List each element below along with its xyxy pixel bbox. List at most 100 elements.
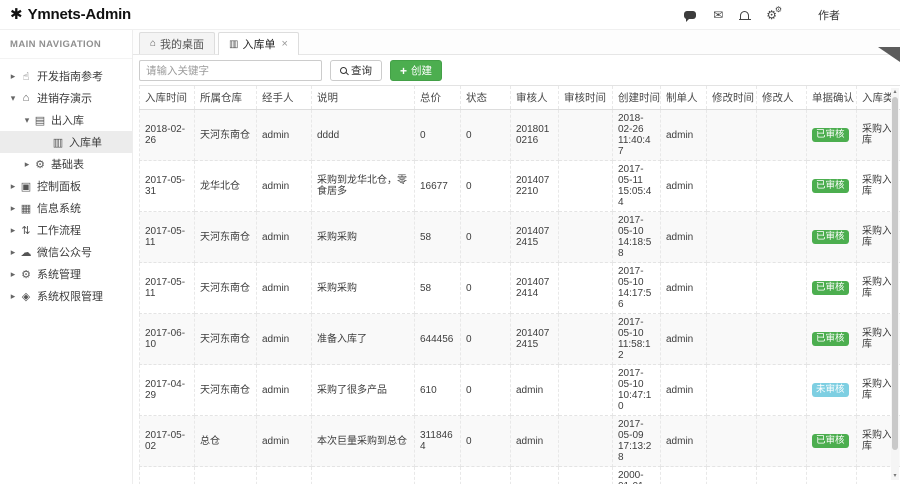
comment-icon[interactable] xyxy=(684,9,697,22)
cell-in_time: 2018-02-26 xyxy=(139,109,195,161)
column-header-state[interactable]: 状态 xyxy=(460,85,511,110)
app-logo[interactable]: ✱ Ymnets-Admin xyxy=(0,6,133,23)
table-row[interactable]: 2017-05-11 天河东南仓 admin 采购采购 58 0 2014072414 201… xyxy=(139,262,900,314)
barcode-icon: ▥ xyxy=(229,38,239,50)
column-header-modifier[interactable]: 修改人 xyxy=(756,85,807,110)
cell-state: 0 xyxy=(460,160,511,212)
column-header-audit_time[interactable]: 审核时间 xyxy=(558,85,613,110)
bell-icon[interactable] xyxy=(738,9,751,21)
user-name: 作者 xyxy=(818,9,840,22)
cell-modifier xyxy=(756,262,807,314)
sidebar-item-信息系统[interactable]: ▸ ▦ 信息系统 xyxy=(0,197,132,219)
scroll-down-icon[interactable]: ▾ xyxy=(891,472,899,480)
search-input[interactable] xyxy=(139,60,322,81)
column-header-modify_time[interactable]: 修改时间 xyxy=(706,85,757,110)
table-row[interactable]: 2017-04-29 天河东南仓 admin 采购了很多产品 610 0 admin 2017… xyxy=(139,364,900,416)
column-header-create_time[interactable]: 创建时间▼ xyxy=(612,85,661,110)
cell-audit_time xyxy=(558,109,613,161)
data-table-wrap: 入库时间所属仓库经手人说明总价状态审核人审核时间创建时间▼制单人修改时间修改人单… xyxy=(133,85,900,484)
column-header-total[interactable]: 总价 xyxy=(414,85,461,110)
sidebar-item-出入库[interactable]: ▾ ▤ 出入库 xyxy=(0,109,132,131)
tab-我的桌面[interactable]: ⌂ 我的桌面 xyxy=(139,32,216,54)
sidebar-item-label: 入库单 xyxy=(69,137,102,149)
sidebar-item-label: 开发指南参考 xyxy=(37,71,103,83)
cell-create_time: 2000-01-01 01 00:00:00 xyxy=(612,466,661,484)
cell-create_time: 2017-05-09 17:13:28 xyxy=(612,415,661,467)
cell-modify_time xyxy=(706,262,757,314)
vertical-scrollbar[interactable]: ▴ ▾ xyxy=(891,88,899,480)
desktop-icon: ▣ xyxy=(20,180,32,193)
cell-create_time: 2018-02-26 11:40:47 xyxy=(612,109,661,161)
sidebar-item-系统权限管理[interactable]: ▸ ◈ 系统权限管理 xyxy=(0,285,132,307)
cell-desc: 采购采购 xyxy=(311,262,415,314)
cell-in_time: 2017-04-29 xyxy=(139,364,195,416)
comment-icon xyxy=(684,10,697,22)
column-header-creator[interactable]: 制单人 xyxy=(660,85,707,110)
sidebar-item-入库单[interactable]: ▥ 入库单 xyxy=(0,131,132,153)
table-row[interactable]: 2017-05-02 总仓 admin 本次巨量采购到总仓 3118464 0 admin 2… xyxy=(139,415,900,467)
tab-入库单[interactable]: ▥ 入库单 × xyxy=(218,32,299,55)
status-badge: 未审核 xyxy=(812,383,849,397)
envelope-icon[interactable]: ✉ xyxy=(713,9,723,21)
column-header-warehouse[interactable]: 所属仓库 xyxy=(194,85,257,110)
cell-create_time: 2017-05-10 14:18:58 xyxy=(612,211,661,263)
cell-warehouse: 天河东南仓 xyxy=(194,313,257,365)
collapse-corner-toggle[interactable] xyxy=(878,47,900,62)
sidebar-item-label: 基础表 xyxy=(51,159,84,171)
bell-icon xyxy=(738,10,751,20)
caret-right-icon: ▸ xyxy=(24,158,30,169)
cell-warehouse: 天河东南仓 xyxy=(194,262,257,314)
column-header-desc[interactable]: 说明 xyxy=(311,85,415,110)
cell-in_time: 2017-05-11 xyxy=(139,262,195,314)
sidebar-item-控制面板[interactable]: ▸ ▣ 控制面板 xyxy=(0,175,132,197)
cell-confirm: 已审核 xyxy=(806,415,857,467)
sidebar-item-工作流程[interactable]: ▸ ⇅ 工作流程 xyxy=(0,219,132,241)
table-row[interactable]: 2017-06-10 天河东南仓 admin 准备入库了 644456 0 20140724… xyxy=(139,313,900,365)
column-header-handler[interactable]: 经手人 xyxy=(256,85,312,110)
sidebar: MAIN NAVIGATION ▸ ☝ 开发指南参考 ▾ ⌂ 进销存演示 ▾ ▤ 出入库 ▥ 入库单… xyxy=(0,30,133,484)
sidebar-item-进销存演示[interactable]: ▾ ⌂ 进销存演示 xyxy=(0,87,132,109)
sitemap-icon: ▦ xyxy=(20,202,32,215)
cell-confirm: 已审核 xyxy=(806,262,857,314)
home-icon: ⌂ xyxy=(150,38,157,49)
table-row[interactable]: 2018-02-26 天河东南仓 admin dddd 0 0 2018010216 2018… xyxy=(139,109,900,161)
cell-modify_time xyxy=(706,415,757,467)
cell-total: 644456 xyxy=(414,313,461,365)
gears-icon[interactable]: ⚙ ⚙ xyxy=(766,5,782,21)
caret-right-icon: ▸ xyxy=(10,70,16,81)
close-icon[interactable]: × xyxy=(282,38,288,50)
sidebar-item-系统管理[interactable]: ▸ ⚙ 系统管理 xyxy=(0,263,132,285)
cell-modifier xyxy=(756,160,807,212)
cell-warehouse: 天河东南仓 xyxy=(194,466,257,484)
column-header-in_time[interactable]: 入库时间 xyxy=(139,85,195,110)
cell-confirm: 已审核 xyxy=(806,160,857,212)
caret-right-icon: ▸ xyxy=(10,224,16,235)
sidebar-item-基础表[interactable]: ▸ ⚙ 基础表 xyxy=(0,153,132,175)
cell-handler: admin xyxy=(256,364,312,416)
table-row[interactable]: 2017-05-18天河东南仓admin采购采购6560201407221020… xyxy=(139,466,900,484)
sidebar-item-开发指南参考[interactable]: ▸ ☝ 开发指南参考 xyxy=(0,65,132,87)
table-row[interactable]: 2017-05-31 龙华北仓 admin 采购到龙华北仓，零食居多 16677 0 201… xyxy=(139,160,900,212)
gears-icon: ⚙ xyxy=(21,268,31,281)
sidebar-item-微信公众号[interactable]: ▸ ☁ 微信公众号 xyxy=(0,241,132,263)
column-header-auditor[interactable]: 审核人 xyxy=(510,85,559,110)
cell-auditor: 2014072415 xyxy=(510,313,559,365)
cell-warehouse: 天河东南仓 xyxy=(194,364,257,416)
scroll-up-icon[interactable]: ▴ xyxy=(891,88,899,96)
scrollbar-thumb[interactable] xyxy=(892,97,898,450)
search-button[interactable]: 查询 xyxy=(330,60,382,81)
table-header-row: 入库时间所属仓库经手人说明总价状态审核人审核时间创建时间▼制单人修改时间修改人单… xyxy=(139,85,900,110)
tab-bar: ⌂ 我的桌面 ▥ 入库单 × xyxy=(133,30,900,55)
sidebar-title: MAIN NAVIGATION xyxy=(0,30,132,59)
user-menu[interactable]: 作者 xyxy=(794,6,840,24)
table-row[interactable]: 2017-05-11 天河东南仓 admin 采购采购 58 0 2014072415 201… xyxy=(139,211,900,263)
cell-auditor: 2014072414 xyxy=(510,262,559,314)
cell-audit_time xyxy=(558,313,613,365)
cell-modify_time xyxy=(706,211,757,263)
cell-modifier xyxy=(756,313,807,365)
cell-audit_time xyxy=(558,364,613,416)
cell-handler: admin xyxy=(256,313,312,365)
cell-warehouse: 龙华北仓 xyxy=(194,160,257,212)
column-header-confirm[interactable]: 单据确认 xyxy=(806,85,857,110)
create-button[interactable]: + 创建 xyxy=(390,60,443,81)
